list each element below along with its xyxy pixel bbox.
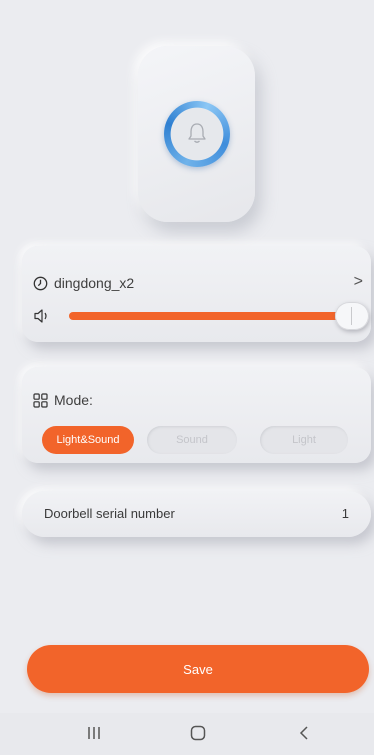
chevron-right-icon[interactable]: > — [354, 273, 363, 291]
bell-ring — [164, 101, 230, 167]
mode-option-sound[interactable]: Sound — [147, 426, 237, 454]
serial-number-row[interactable]: Doorbell serial number 1 — [22, 491, 371, 537]
mode-option-light-sound[interactable]: Light&Sound — [42, 426, 134, 454]
ringtone-selector[interactable]: dingdong_x2 > — [33, 273, 363, 293]
grid-icon — [33, 392, 48, 408]
mode-header: Mode: — [33, 390, 93, 410]
mode-label: Mode: — [54, 392, 93, 408]
back-icon[interactable] — [296, 725, 312, 746]
serial-number-value: 1 — [341, 506, 349, 521]
ringtone-name: dingdong_x2 — [54, 275, 135, 291]
speaker-icon — [34, 309, 47, 323]
doorbell-settings-screen: dingdong_x2 > Mode: Light&Sound Sound Li… — [0, 0, 374, 755]
bell-icon — [188, 123, 206, 143]
clock-icon — [33, 276, 48, 290]
home-icon[interactable] — [190, 725, 206, 746]
save-button[interactable]: Save — [27, 645, 369, 693]
volume-slider-track[interactable] — [69, 312, 347, 320]
mode-card: Mode: Light&Sound Sound Light — [22, 367, 371, 463]
ringtone-card: dingdong_x2 > — [22, 246, 371, 342]
volume-row — [33, 302, 369, 332]
doorbell-device-image — [138, 46, 255, 222]
serial-number-label: Doorbell serial number — [44, 506, 175, 521]
mode-option-light[interactable]: Light — [260, 426, 348, 454]
volume-slider-thumb[interactable] — [335, 302, 369, 330]
system-nav-bar — [0, 713, 374, 755]
recent-apps-icon[interactable] — [86, 725, 102, 746]
